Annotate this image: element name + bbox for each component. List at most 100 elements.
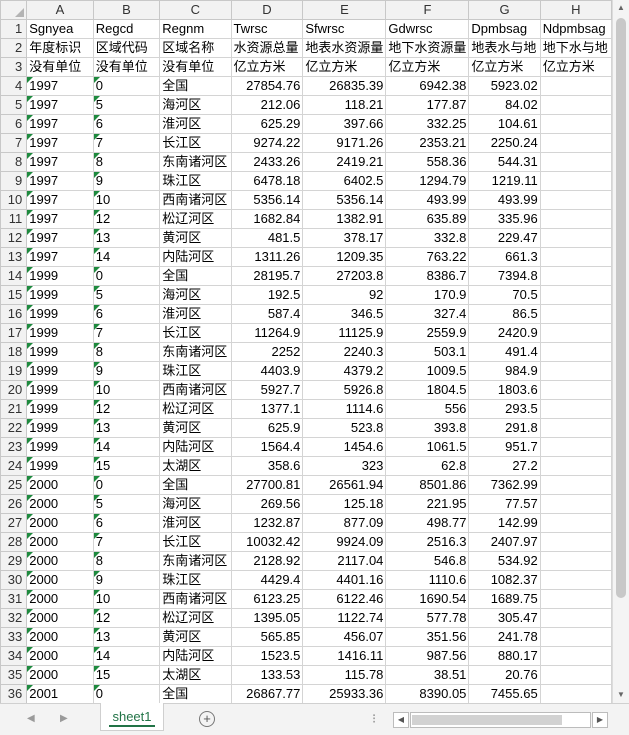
cell-h9[interactable] — [539, 171, 612, 191]
cell-b28[interactable]: 7 — [92, 532, 161, 552]
cell-h2[interactable]: 地下水与地 — [539, 38, 612, 58]
cell-c24[interactable]: 太湖区 — [159, 456, 232, 476]
cell-g30[interactable]: 1082.37 — [468, 570, 541, 590]
cell-g35[interactable]: 20.76 — [468, 665, 541, 685]
cell-c10[interactable]: 西南诸河区 — [159, 190, 232, 210]
column-header-a[interactable]: A — [26, 0, 94, 20]
cell-g20[interactable]: 1803.6 — [468, 380, 541, 400]
cell-f20[interactable]: 1804.5 — [385, 380, 470, 400]
cell-c12[interactable]: 黄河区 — [159, 228, 232, 248]
cell-c28[interactable]: 长江区 — [159, 532, 232, 552]
cell-e13[interactable]: 1209.35 — [302, 247, 387, 267]
cell-c19[interactable]: 珠江区 — [159, 361, 232, 381]
cell-g9[interactable]: 1219.11 — [468, 171, 541, 191]
cell-f34[interactable]: 987.56 — [385, 646, 470, 666]
cell-g36[interactable]: 7455.65 — [468, 684, 541, 703]
cell-a9[interactable]: 1997 — [26, 171, 94, 191]
cell-f22[interactable]: 393.8 — [385, 418, 470, 438]
scroll-right-icon[interactable]: ▶ — [592, 712, 608, 728]
cell-d29[interactable]: 2128.92 — [230, 551, 304, 571]
cell-f1[interactable]: Gdwrsc — [385, 19, 470, 39]
vertical-scrollbar[interactable]: ▲ ▼ — [612, 0, 629, 703]
cell-g3[interactable]: 亿立方米 — [468, 57, 541, 77]
cell-a22[interactable]: 1999 — [26, 418, 94, 438]
cell-c25[interactable]: 全国 — [159, 475, 232, 495]
cell-f26[interactable]: 221.95 — [385, 494, 470, 514]
row-header[interactable]: 29 — [0, 551, 28, 571]
cell-c4[interactable]: 全国 — [159, 76, 232, 96]
cell-b7[interactable]: 7 — [92, 133, 161, 153]
cell-h32[interactable] — [539, 608, 612, 628]
cell-e7[interactable]: 9171.26 — [302, 133, 387, 153]
cell-c5[interactable]: 海河区 — [159, 95, 232, 115]
cell-a30[interactable]: 2000 — [26, 570, 94, 590]
cell-h15[interactable] — [539, 285, 612, 305]
cell-b5[interactable]: 5 — [92, 95, 161, 115]
cell-a34[interactable]: 2000 — [26, 646, 94, 666]
cell-h31[interactable] — [539, 589, 612, 609]
cell-d19[interactable]: 4403.9 — [230, 361, 304, 381]
cell-f27[interactable]: 498.77 — [385, 513, 470, 533]
cell-e28[interactable]: 9924.09 — [302, 532, 387, 552]
cell-h1[interactable]: Ndpmbsag — [539, 19, 612, 39]
cell-h21[interactable] — [539, 399, 612, 419]
cell-c7[interactable]: 长江区 — [159, 133, 232, 153]
cell-a32[interactable]: 2000 — [26, 608, 94, 628]
cell-d33[interactable]: 565.85 — [230, 627, 304, 647]
cell-h16[interactable] — [539, 304, 612, 324]
cell-a25[interactable]: 2000 — [26, 475, 94, 495]
cell-d16[interactable]: 587.4 — [230, 304, 304, 324]
cell-a35[interactable]: 2000 — [26, 665, 94, 685]
nav-next-icon[interactable]: ▶ — [60, 713, 68, 724]
cell-d9[interactable]: 6478.18 — [230, 171, 304, 191]
horizontal-scroll-track[interactable] — [410, 712, 591, 728]
cell-h35[interactable] — [539, 665, 612, 685]
cell-e19[interactable]: 4379.2 — [302, 361, 387, 381]
row-header[interactable]: 26 — [0, 494, 28, 514]
cell-g7[interactable]: 2250.24 — [468, 133, 541, 153]
cell-f15[interactable]: 170.9 — [385, 285, 470, 305]
cell-c18[interactable]: 东南诸河区 — [159, 342, 232, 362]
row-header[interactable]: 5 — [0, 95, 28, 115]
cell-b3[interactable]: 没有单位 — [92, 57, 161, 77]
row-header[interactable]: 28 — [0, 532, 28, 552]
cell-e36[interactable]: 25933.36 — [302, 684, 387, 703]
cell-f13[interactable]: 763.22 — [385, 247, 470, 267]
cell-g27[interactable]: 142.99 — [468, 513, 541, 533]
column-header-h[interactable]: H — [539, 0, 612, 20]
cell-h19[interactable] — [539, 361, 612, 381]
cell-d17[interactable]: 11264.9 — [230, 323, 304, 343]
cell-g15[interactable]: 70.5 — [468, 285, 541, 305]
cell-f7[interactable]: 2353.21 — [385, 133, 470, 153]
cell-h36[interactable] — [539, 684, 612, 703]
cell-f2[interactable]: 地下水资源量 — [385, 38, 470, 58]
cell-d3[interactable]: 亿立方米 — [230, 57, 304, 77]
cell-e10[interactable]: 5356.14 — [302, 190, 387, 210]
row-header[interactable]: 10 — [0, 190, 28, 210]
cell-b10[interactable]: 10 — [92, 190, 161, 210]
cell-a7[interactable]: 1997 — [26, 133, 94, 153]
row-header[interactable]: 1 — [0, 19, 28, 39]
horizontal-scrollbar[interactable]: ◀ ▶ — [393, 712, 608, 728]
cell-h14[interactable] — [539, 266, 612, 286]
cell-e14[interactable]: 27203.8 — [302, 266, 387, 286]
cell-b9[interactable]: 9 — [92, 171, 161, 191]
cell-b16[interactable]: 6 — [92, 304, 161, 324]
cell-h27[interactable] — [539, 513, 612, 533]
cell-b26[interactable]: 5 — [92, 494, 161, 514]
cell-a15[interactable]: 1999 — [26, 285, 94, 305]
cell-g4[interactable]: 5923.02 — [468, 76, 541, 96]
cell-b31[interactable]: 10 — [92, 589, 161, 609]
cell-g31[interactable]: 1689.75 — [468, 589, 541, 609]
cell-b24[interactable]: 15 — [92, 456, 161, 476]
cell-f4[interactable]: 6942.38 — [385, 76, 470, 96]
cell-a20[interactable]: 1999 — [26, 380, 94, 400]
row-header[interactable]: 13 — [0, 247, 28, 267]
cell-h17[interactable] — [539, 323, 612, 343]
cell-e31[interactable]: 6122.46 — [302, 589, 387, 609]
cell-d12[interactable]: 481.5 — [230, 228, 304, 248]
cell-f21[interactable]: 556 — [385, 399, 470, 419]
cell-e11[interactable]: 1382.91 — [302, 209, 387, 229]
cell-d2[interactable]: 水资源总量 — [230, 38, 304, 58]
row-header[interactable]: 21 — [0, 399, 28, 419]
